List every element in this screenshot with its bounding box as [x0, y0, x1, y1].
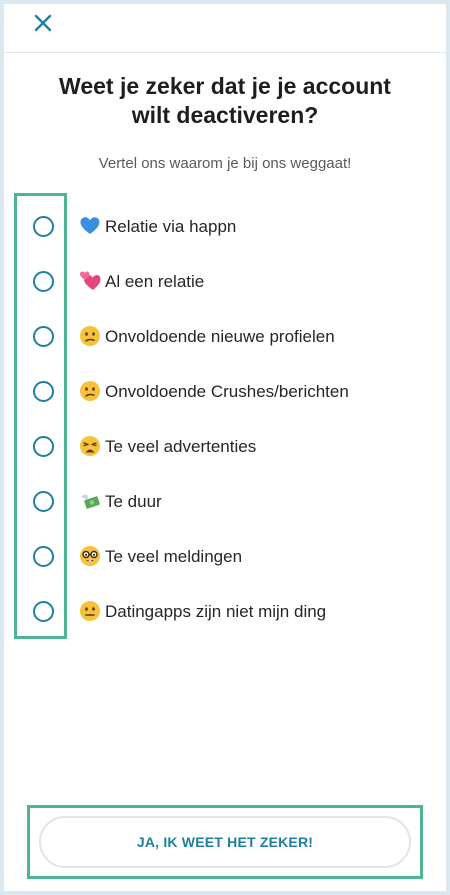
confused-face-icon: [79, 325, 101, 347]
title-line-2: wilt deactiveren?: [131, 102, 319, 128]
reason-option-relatie-via-happn[interactable]: Relatie via happn: [4, 199, 446, 254]
reason-label: Relatie via happn: [105, 217, 237, 236]
reason-option-onvoldoende-nieuwe-profielen[interactable]: Onvoldoende nieuwe profielen: [4, 309, 446, 364]
page-title: Weet je zeker dat je je account wilt dea…: [4, 72, 446, 130]
confused-face-icon: [79, 380, 101, 402]
reason-label: Onvoldoende nieuwe profielen: [105, 327, 335, 346]
radio-column-highlight: [14, 193, 67, 639]
reason-label: Al een relatie: [105, 272, 205, 291]
deactivate-dialog: Weet je zeker dat je je account wilt dea…: [4, 4, 446, 891]
reason-label: Te veel advertenties: [105, 437, 257, 456]
reason-option-te-veel-advertenties[interactable]: Te veel advertenties: [4, 419, 446, 474]
blue-heart-icon: [79, 215, 101, 237]
weary-face-icon: [79, 435, 101, 457]
reason-option-datingapps-niet-mijn-ding[interactable]: Datingapps zijn niet mijn ding: [4, 584, 446, 639]
title-line-1: Weet je zeker dat je je account: [59, 73, 391, 99]
confirm-deactivate-button[interactable]: JA, IK WEET HET ZEKER!: [39, 816, 411, 868]
reason-label: Te duur: [105, 492, 162, 511]
money-with-wings-icon: [79, 490, 101, 512]
reason-label: Onvoldoende Crushes/berichten: [105, 382, 349, 401]
neutral-face-icon: [79, 600, 101, 622]
nerd-face-icon: [79, 545, 101, 567]
two-hearts-icon: [79, 270, 101, 292]
close-button[interactable]: [30, 10, 56, 36]
reason-label: Te veel meldingen: [105, 547, 243, 566]
subtitle: Vertel ons waarom je bij ons weggaat!: [98, 155, 352, 172]
reason-option-te-veel-meldingen[interactable]: Te veel meldingen: [4, 529, 446, 584]
close-icon: [34, 14, 52, 32]
reason-option-al-een-relatie[interactable]: Al een relatie: [4, 254, 446, 309]
reason-option-te-duur[interactable]: Te duur: [4, 474, 446, 529]
top-bar: [4, 4, 446, 53]
reason-label: Datingapps zijn niet mijn ding: [105, 602, 327, 621]
reason-list: Relatie via happn Al een relatie Onvoldo…: [4, 199, 446, 639]
reason-option-onvoldoende-crushes[interactable]: Onvoldoende Crushes/berichten: [4, 364, 446, 419]
